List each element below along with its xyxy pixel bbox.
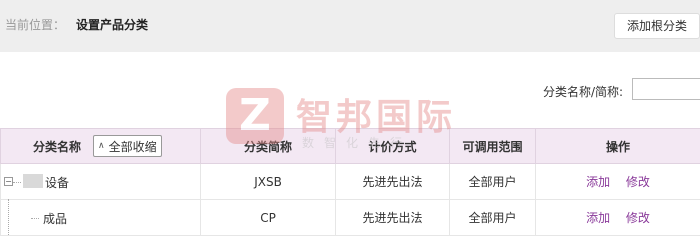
- header-name-label: 分类名称: [33, 139, 82, 154]
- add-link[interactable]: 添加: [586, 175, 610, 189]
- search-input[interactable]: [632, 78, 700, 100]
- header-actions: 操作: [535, 128, 700, 164]
- row-pricing: 先进先出法: [335, 163, 450, 200]
- breadcrumb-prefix: 当前位置：: [5, 18, 66, 32]
- header-pricing: 计价方式: [335, 128, 450, 164]
- row-scope: 全部用户: [448, 163, 537, 200]
- top-bar: 当前位置： 设置产品分类 添加根分类: [0, 0, 700, 52]
- chevron-up-icon: ∧: [98, 141, 105, 151]
- add-root-category-button[interactable]: 添加根分类: [614, 13, 700, 39]
- folder-icon: [23, 174, 43, 188]
- page-title: 设置产品分类: [76, 18, 149, 32]
- table-header-row: 分类名称 ∧ 全部收缩 分类简称 计价方式 可调用范围 操作: [0, 128, 700, 164]
- collapse-all-label: 全部收缩: [108, 139, 157, 154]
- row-actions: 添加 修改: [535, 199, 700, 236]
- header-short-name: 分类简称: [200, 128, 336, 164]
- row-pricing: 先进先出法: [335, 199, 450, 236]
- table-row: − 设备 JXSB 先进先出法 全部用户 添加 修改: [0, 163, 700, 200]
- category-table: 分类名称 ∧ 全部收缩 分类简称 计价方式 可调用范围 操作 − 设备 JXSB: [0, 128, 700, 236]
- header-name: 分类名称 ∧ 全部收缩: [0, 128, 201, 164]
- row-name: 设备: [45, 176, 70, 190]
- search-label: 分类名称/简称:: [543, 85, 624, 99]
- row-actions: 添加 修改: [535, 163, 700, 200]
- add-link[interactable]: 添加: [586, 211, 610, 225]
- row-name-cell: 成品: [0, 199, 201, 236]
- row-short-name: CP: [200, 199, 336, 236]
- tree-connector: [31, 218, 39, 219]
- collapse-all-button[interactable]: ∧ 全部收缩: [93, 135, 162, 157]
- row-short-name: JXSB: [200, 163, 336, 200]
- row-scope: 全部用户: [448, 199, 537, 236]
- tree-connector: [13, 182, 21, 183]
- edit-link[interactable]: 修改: [626, 175, 650, 189]
- tree-collapse-icon[interactable]: −: [4, 177, 13, 186]
- row-name: 成品: [43, 212, 68, 226]
- table-row: 成品 CP 先进先出法 全部用户 添加 修改: [0, 199, 700, 236]
- edit-link[interactable]: 修改: [626, 211, 650, 225]
- row-name-cell: − 设备: [0, 163, 201, 200]
- header-scope: 可调用范围: [448, 128, 537, 164]
- tree-connector: [8, 199, 9, 235]
